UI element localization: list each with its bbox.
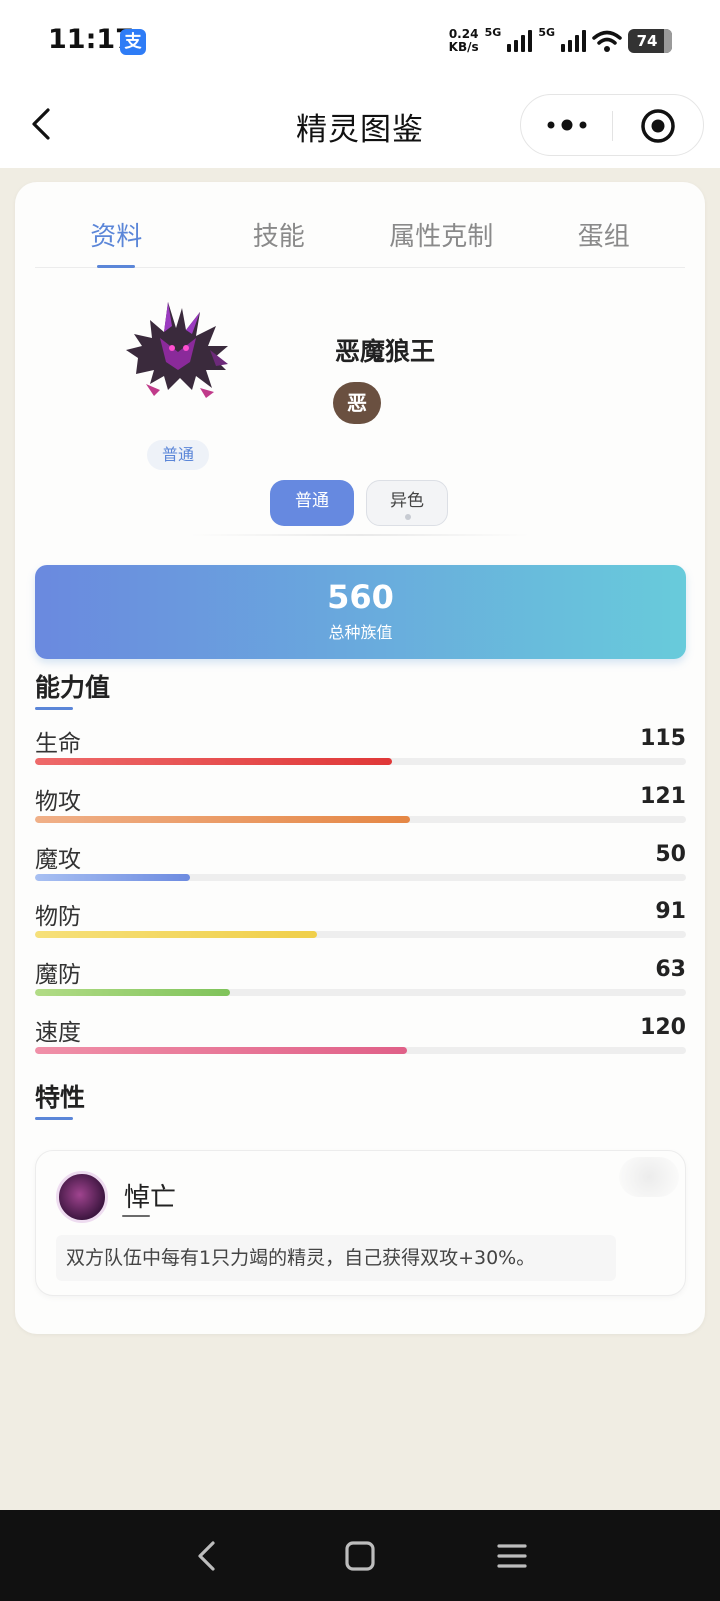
stat-bar-track (35, 1047, 686, 1054)
stat-row-speed: 速度 120 (35, 1013, 686, 1065)
alipay-icon: 支 (120, 29, 146, 55)
trait-name-underline (122, 1215, 150, 1217)
signal-icon (561, 30, 586, 52)
form-tag: 普通 (147, 440, 209, 470)
section-underline (35, 707, 73, 710)
tab-bar: 资料 技能 属性克制 蛋组 (35, 210, 685, 268)
net-speed: 0.24 KB/s (448, 27, 479, 54)
trait-section-title: 特性 (35, 1083, 86, 1112)
stat-name: 魔防 (35, 962, 81, 989)
pet-detail-card: 资料 技能 属性克制 蛋组 普通 恶魔狼王 恶 普通 异色 560 总种族值 能… (15, 182, 705, 1334)
variant-shiny-label: 异色 (390, 491, 424, 511)
stat-bar-track (35, 873, 686, 881)
stat-bar-fill (35, 1047, 407, 1054)
stat-row-hp: 生命 115 (35, 724, 686, 776)
stat-bar-track (35, 931, 686, 939)
status-indicators: 0.24 KB/s 5G 5G 74 (449, 24, 672, 58)
trait-description: 双方队伍中每有1只力竭的精灵，自己获得双攻+30%。 (56, 1235, 616, 1281)
system-back-icon[interactable] (189, 1537, 227, 1575)
stat-row-magic-defense: 魔防 63 (35, 955, 686, 1007)
stat-row-magic-attack: 魔攻 50 (35, 840, 686, 892)
trait-name: 悼亡 (124, 1183, 177, 1213)
close-miniprogram-icon[interactable] (639, 107, 677, 145)
pet-name: 恶魔狼王 (335, 337, 436, 366)
stat-value: 91 (655, 899, 686, 925)
system-home-icon[interactable] (341, 1537, 379, 1575)
stat-value: 63 (655, 957, 686, 983)
capsule-divider (612, 111, 613, 141)
pet-sprite-image (126, 302, 228, 398)
battery-icon: 74 (628, 29, 672, 53)
stat-name: 生命 (35, 731, 81, 757)
stat-name: 物防 (35, 904, 81, 931)
tab-egg-group[interactable]: 蛋组 (523, 210, 686, 267)
system-menu-icon[interactable] (493, 1537, 531, 1575)
total-stats-value: 560 (327, 578, 394, 616)
tab-type-matchup[interactable]: 属性克制 (360, 210, 523, 267)
stat-value: 50 (655, 841, 686, 867)
wifi-icon (592, 30, 622, 52)
stat-bar-track (35, 989, 686, 997)
stat-bar-fill (35, 815, 411, 823)
stat-value: 120 (640, 1015, 686, 1040)
stat-name: 魔攻 (35, 846, 81, 873)
total-stats-label: 总种族值 (328, 623, 393, 642)
stat-value: 115 (640, 726, 686, 751)
network-type-2: 5G (538, 26, 555, 39)
stat-bar-fill (35, 931, 318, 939)
stat-row-phys-attack: 物攻 121 (35, 782, 686, 834)
variant-normal-button[interactable]: 普通 (270, 480, 354, 526)
tab-info[interactable]: 资料 (35, 210, 198, 268)
section-underline (35, 1117, 73, 1120)
signal-icon (507, 30, 533, 52)
stats-section-title: 能力值 (35, 673, 111, 702)
network-type-1: 5G (484, 26, 502, 39)
nav-bar: 精灵图鉴 (0, 82, 720, 168)
status-bar: 11:17 支 0.24 KB/s 5G 5G 74 (0, 0, 720, 82)
trait-card: 悼亡 双方队伍中每有1只力竭的精灵，自己获得双攻+30%。 (35, 1150, 686, 1296)
stat-bar-fill (35, 989, 231, 997)
stat-row-phys-defense: 物防 91 (35, 897, 686, 949)
more-icon[interactable] (541, 109, 593, 141)
divider (190, 534, 530, 536)
system-nav-bar (0, 1510, 720, 1601)
decorative-glow (619, 1157, 679, 1197)
type-badge: 恶 (333, 382, 381, 424)
shiny-indicator-dot (405, 514, 411, 520)
stat-bar-track (35, 815, 686, 823)
miniprogram-capsule (520, 94, 704, 156)
stat-name: 物攻 (35, 788, 81, 815)
tab-skills[interactable]: 技能 (198, 210, 361, 267)
stat-value: 121 (640, 783, 686, 809)
stat-bar-track (35, 758, 686, 765)
trait-icon (56, 1171, 108, 1223)
stat-name: 速度 (35, 1020, 81, 1046)
stat-bar-fill (35, 873, 190, 881)
total-stats-box: 560 总种族值 (35, 565, 686, 659)
variant-shiny-button[interactable]: 异色 (366, 480, 448, 526)
stat-bar-fill (35, 758, 392, 765)
